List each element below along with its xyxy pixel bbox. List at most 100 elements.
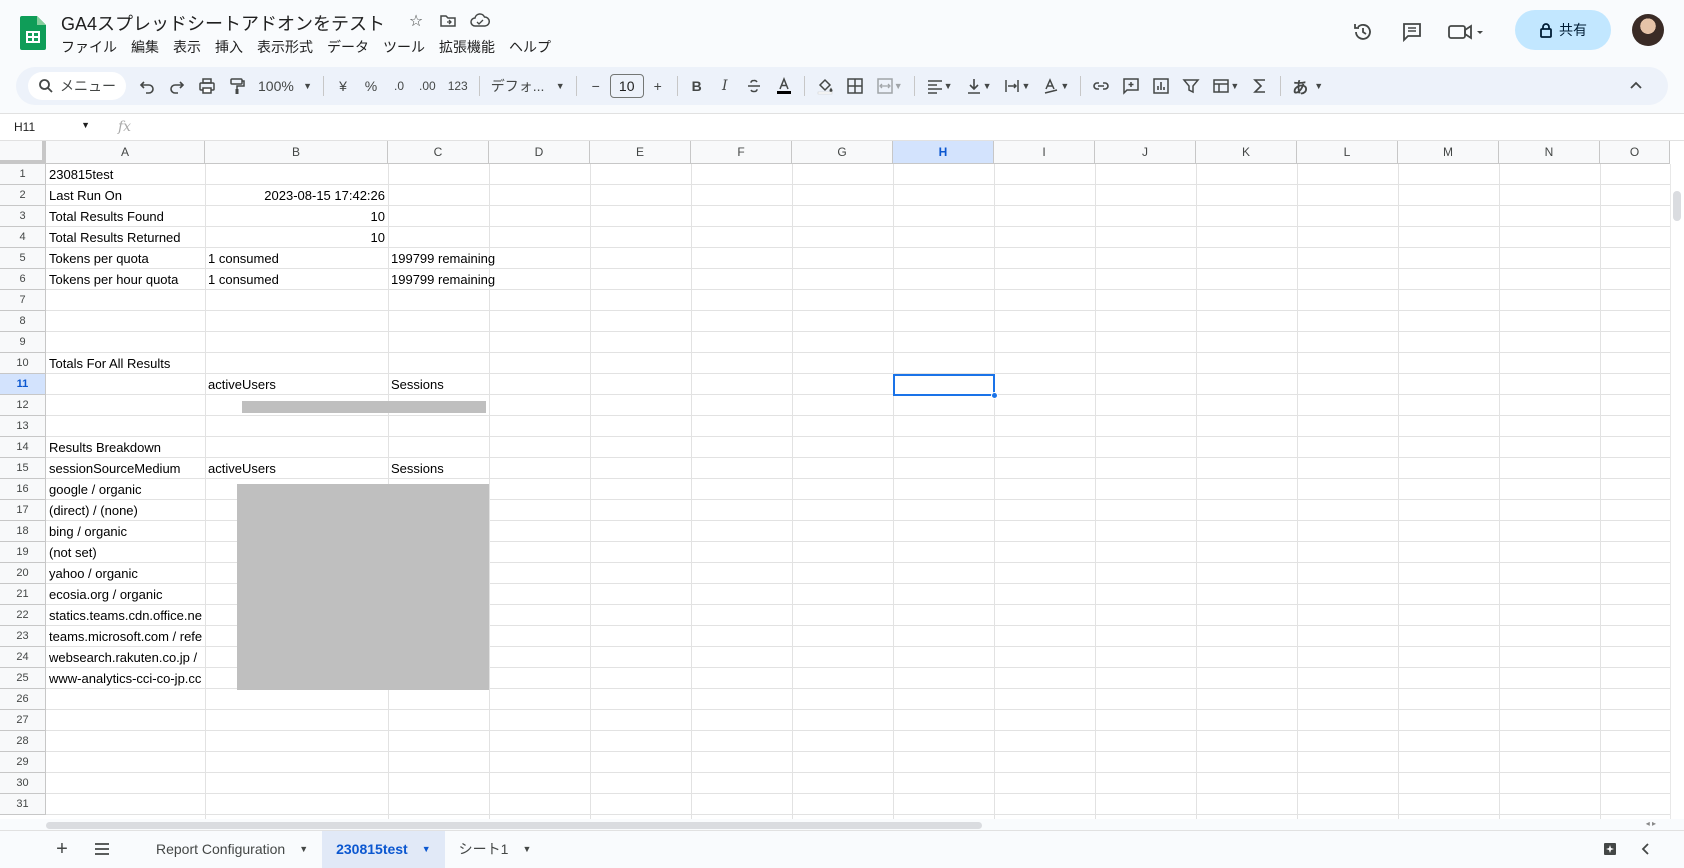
spreadsheet-grid[interactable]: A B C D E F G H I J K L M N O 1 2 3 4 5 … [0, 141, 1684, 819]
active-cell-selection[interactable] [893, 374, 995, 396]
column-header-h[interactable]: H [893, 141, 994, 164]
row-header-selected[interactable]: 11 [0, 374, 46, 395]
undo-button[interactable] [133, 72, 161, 100]
text-wrapping-button[interactable]: ▼ [998, 72, 1035, 100]
row-header[interactable]: 31 [0, 794, 46, 815]
row-header[interactable]: 18 [0, 521, 46, 542]
cell-a25[interactable]: www-analytics-cci-co-jp.cc [46, 668, 205, 689]
functions-button[interactable] [1246, 72, 1274, 100]
chevron-down-icon[interactable]: ▼ [422, 844, 431, 854]
sheet-tab-230815test[interactable]: 230815test ▼ [322, 830, 445, 868]
row-header[interactable]: 4 [0, 227, 46, 248]
menu-view[interactable]: 表示 [166, 37, 208, 57]
menu-format[interactable]: 表示形式 [250, 37, 320, 57]
fill-handle[interactable] [991, 392, 998, 399]
bold-button[interactable]: B [684, 72, 710, 100]
cell-a6[interactable]: Tokens per hour quota [46, 269, 205, 290]
font-select[interactable]: デフォ... ▼ [486, 72, 570, 100]
currency-format-button[interactable]: ¥ [330, 72, 356, 100]
filter-views-button[interactable]: ▼ [1207, 72, 1244, 100]
horizontal-scrollbar[interactable]: ◂ ▸ [46, 819, 1670, 830]
vertical-scroll-thumb[interactable] [1673, 191, 1681, 221]
row-header[interactable]: 9 [0, 332, 46, 353]
insert-link-button[interactable] [1087, 72, 1115, 100]
sheet-tab-report-configuration[interactable]: Report Configuration ▼ [142, 831, 322, 868]
row-header[interactable]: 21 [0, 584, 46, 605]
print-button[interactable] [193, 72, 221, 100]
row-header[interactable]: 2 [0, 185, 46, 206]
cell-a18[interactable]: bing / organic [46, 521, 205, 542]
cell-a22[interactable]: statics.teams.cdn.office.ne [46, 605, 205, 626]
more-formats-button[interactable]: 123 [443, 72, 473, 100]
strikethrough-button[interactable] [740, 72, 768, 100]
menu-data[interactable]: データ [320, 37, 376, 57]
row-header[interactable]: 1 [0, 164, 46, 185]
cell-a14[interactable]: Results Breakdown [46, 437, 205, 458]
text-rotation-button[interactable]: ▼ [1037, 72, 1074, 100]
row-header[interactable]: 19 [0, 542, 46, 563]
cell-a23[interactable]: teams.microsoft.com / refe [46, 626, 205, 647]
select-all-corner[interactable] [0, 141, 46, 164]
vertical-align-button[interactable]: ▼ [960, 72, 997, 100]
decrease-decimal-button[interactable]: .0 [386, 72, 412, 100]
row-header[interactable]: 26 [0, 689, 46, 710]
chevron-down-icon[interactable]: ▼ [299, 844, 308, 854]
insert-comment-button[interactable] [1117, 72, 1145, 100]
cell-a24[interactable]: websearch.rakuten.co.jp / [46, 647, 205, 668]
merge-cells-button[interactable]: ▼ [871, 72, 908, 100]
borders-button[interactable] [841, 72, 869, 100]
share-button[interactable]: 共有 [1515, 10, 1611, 50]
decrease-font-size-button[interactable]: − [583, 72, 609, 100]
column-header-l[interactable]: L [1297, 141, 1398, 164]
filter-button[interactable] [1177, 72, 1205, 100]
cell-a21[interactable]: ecosia.org / organic [46, 584, 205, 605]
increase-decimal-button[interactable]: .00 [414, 72, 441, 100]
side-panel-toggle[interactable] [1628, 831, 1664, 867]
cell-b3[interactable]: 10 [205, 206, 388, 227]
formula-input[interactable] [131, 114, 1684, 140]
row-header[interactable]: 29 [0, 752, 46, 773]
row-header[interactable]: 7 [0, 290, 46, 311]
comments-icon[interactable] [1394, 14, 1430, 50]
row-header[interactable]: 27 [0, 710, 46, 731]
column-header-n[interactable]: N [1499, 141, 1600, 164]
column-header-e[interactable]: E [590, 141, 691, 164]
row-header[interactable]: 3 [0, 206, 46, 227]
column-header-k[interactable]: K [1196, 141, 1297, 164]
cell-b2[interactable]: 2023-08-15 17:42:26 [205, 185, 388, 206]
cell-b15[interactable]: activeUsers [205, 458, 388, 479]
row-header[interactable]: 14 [0, 437, 46, 458]
column-header-a[interactable]: A [46, 141, 205, 164]
cell-b11[interactable]: activeUsers [205, 374, 388, 395]
horizontal-align-button[interactable]: ▼ [921, 72, 958, 100]
row-header[interactable]: 13 [0, 416, 46, 437]
insert-chart-button[interactable] [1147, 72, 1175, 100]
row-header[interactable]: 28 [0, 731, 46, 752]
row-header[interactable]: 25 [0, 668, 46, 689]
column-header-j[interactable]: J [1095, 141, 1196, 164]
add-sheet-button[interactable]: + [44, 831, 80, 867]
input-tools-button[interactable]: あ ▼ [1287, 72, 1328, 100]
cell-a15[interactable]: sessionSourceMedium [46, 458, 205, 479]
column-header-d[interactable]: D [489, 141, 590, 164]
move-folder-icon[interactable] [438, 11, 458, 31]
column-header-o[interactable]: O [1600, 141, 1670, 164]
increase-font-size-button[interactable]: + [645, 72, 671, 100]
row-header[interactable]: 16 [0, 479, 46, 500]
row-header[interactable]: 15 [0, 458, 46, 479]
all-sheets-button[interactable] [84, 831, 120, 867]
search-menus-button[interactable]: メニュー [28, 72, 126, 100]
account-avatar[interactable] [1632, 14, 1664, 46]
zoom-select[interactable]: 100% ▼ [253, 72, 317, 100]
column-header-m[interactable]: M [1398, 141, 1499, 164]
star-icon[interactable]: ☆ [406, 11, 426, 31]
menu-file[interactable]: ファイル [54, 37, 124, 57]
column-header-g[interactable]: G [792, 141, 893, 164]
row-header[interactable]: 30 [0, 773, 46, 794]
collapse-toolbar-button[interactable] [1622, 72, 1650, 100]
cell-c11[interactable]: Sessions [388, 374, 489, 395]
cell-a1[interactable]: 230815test [46, 164, 205, 185]
cell-a5[interactable]: Tokens per quota [46, 248, 205, 269]
menu-help[interactable]: ヘルプ [502, 37, 558, 57]
cell-a3[interactable]: Total Results Found [46, 206, 205, 227]
